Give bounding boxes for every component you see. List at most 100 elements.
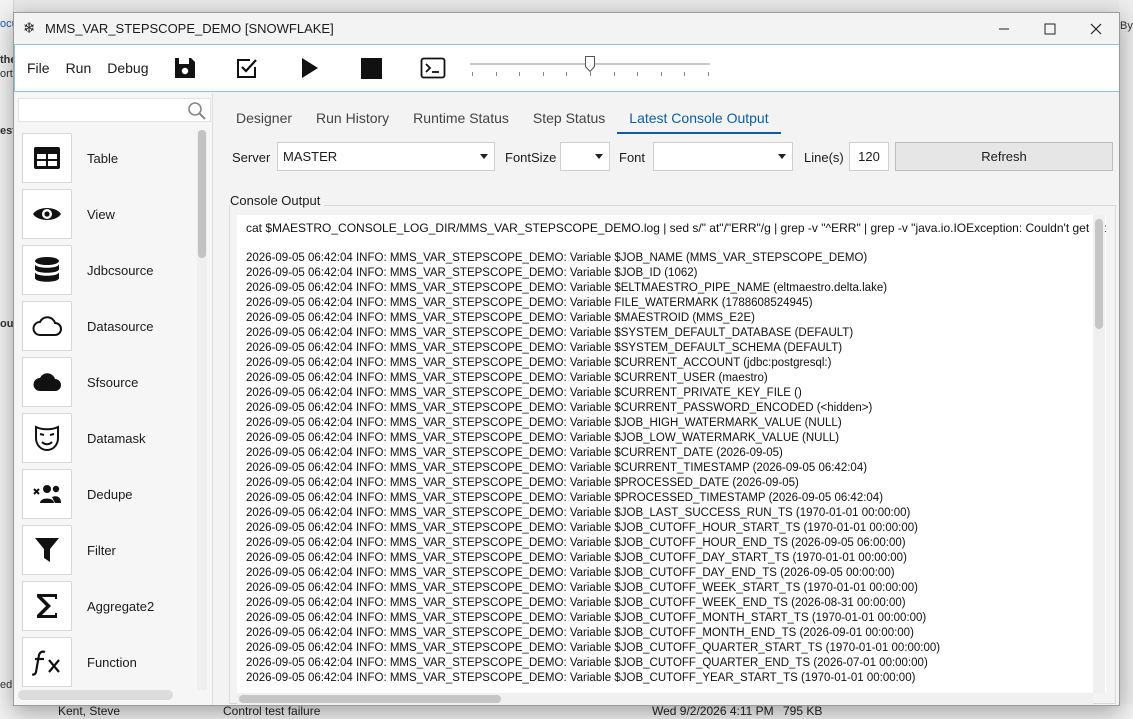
palette-item-table[interactable]: Table xyxy=(22,130,200,186)
stop-button[interactable] xyxy=(357,54,385,82)
slider-tick xyxy=(708,72,709,76)
scrollbar-thumb[interactable] xyxy=(1095,219,1103,329)
console-log-line: 2026-09-05 06:42:04 INFO: MMS_VAR_STEPSC… xyxy=(246,327,854,339)
background-mail-row: Kent, Steve Control test failure Wed 9/2… xyxy=(0,704,1133,719)
toolbar: File Run Debug xyxy=(14,44,1119,92)
background-text: ed xyxy=(0,679,13,691)
close-button[interactable] xyxy=(1073,13,1119,44)
palette-icon-box xyxy=(22,357,72,407)
slider-tick xyxy=(637,72,639,76)
scrollbar-thumb[interactable] xyxy=(239,695,501,703)
console-command: cat $MAESTRO_CONSOLE_LOG_DIR/MMS_VAR_STE… xyxy=(246,221,1106,235)
tab-runtime-status[interactable]: Runtime Status xyxy=(401,102,521,134)
slider-tick xyxy=(472,72,473,76)
console-log-lines: 2026-09-05 06:42:04 INFO: MMS_VAR_STEPSC… xyxy=(246,251,940,686)
background-left-strip: ocu the ortF este our ed xyxy=(0,0,14,719)
palette-item-jdbcsource[interactable]: Jdbcsource xyxy=(22,242,200,298)
console-log-line: 2026-09-05 06:42:04 INFO: MMS_VAR_STEPSC… xyxy=(246,417,842,429)
palette-item-datamask[interactable]: Datamask xyxy=(22,410,200,466)
console-log-line: 2026-09-05 06:42:04 INFO: MMS_VAR_STEPSC… xyxy=(246,387,802,399)
window-title: MMS_VAR_STEPSCOPE_DEMO [SNOWFLAKE] xyxy=(45,21,334,36)
console-log-line: 2026-09-05 06:42:04 INFO: MMS_VAR_STEPSC… xyxy=(246,282,888,294)
console-log-line: 2026-09-05 06:42:04 INFO: MMS_VAR_STEPSC… xyxy=(246,612,927,624)
mail-date: Wed 9/2/2026 4:11 PM xyxy=(652,704,774,718)
tab-designer[interactable]: Designer xyxy=(224,102,304,134)
server-label: Server xyxy=(232,150,271,165)
eye-icon xyxy=(33,208,61,220)
window-controls xyxy=(981,13,1119,44)
slider-tick xyxy=(590,72,591,76)
server-select[interactable]: MASTER xyxy=(277,142,495,171)
palette-icon-box xyxy=(22,581,72,631)
console-vertical-scrollbar[interactable] xyxy=(1093,215,1105,693)
minimize-button[interactable] xyxy=(981,13,1027,44)
slider-tick xyxy=(566,72,568,76)
sigma-icon xyxy=(37,594,57,618)
palette-icon-box xyxy=(22,637,72,687)
palette-icon-box xyxy=(22,469,72,519)
font-select[interactable] xyxy=(653,142,793,171)
save-icon xyxy=(174,58,195,78)
fontsize-select[interactable] xyxy=(560,142,610,171)
maximize-button[interactable] xyxy=(1027,13,1073,44)
menu-run[interactable]: Run xyxy=(60,60,98,76)
palette-item-view[interactable]: View xyxy=(22,186,200,242)
close-icon xyxy=(1090,23,1102,34)
palette-item-label: Aggregate2 xyxy=(87,598,155,614)
search-icon[interactable] xyxy=(187,101,207,121)
palette-icon-box xyxy=(22,413,72,463)
background-text: este xyxy=(0,125,14,137)
main-panel: Designer Run History Runtime Status Step… xyxy=(224,94,1119,705)
console-log-line: 2026-09-05 06:42:04 INFO: MMS_VAR_STEPSC… xyxy=(246,402,873,414)
console-log-line: 2026-09-05 06:42:04 INFO: MMS_VAR_STEPSC… xyxy=(246,297,813,309)
slider-thumb[interactable] xyxy=(585,56,595,72)
console-output-text[interactable]: cat $MAESTRO_CONSOLE_LOG_DIR/MMS_VAR_STE… xyxy=(237,215,1106,693)
palette-horizontal-scrollbar[interactable] xyxy=(18,690,173,700)
play-icon xyxy=(301,58,318,78)
scrollbar-thumb[interactable] xyxy=(198,130,206,258)
palette-item-label: Datasource xyxy=(87,318,154,334)
console-log-line: 2026-09-05 06:42:04 INFO: MMS_VAR_STEPSC… xyxy=(246,537,906,549)
console-log-line: 2026-09-05 06:42:04 INFO: MMS_VAR_STEPSC… xyxy=(246,582,918,594)
mail-sender: Kent, Steve xyxy=(58,704,121,718)
lines-input[interactable]: 120 xyxy=(849,142,889,171)
chevron-down-icon xyxy=(778,154,786,159)
chevron-down-icon xyxy=(480,154,488,159)
palette-item-function[interactable]: Function xyxy=(22,634,200,690)
tab-bar: Designer Run History Runtime Status Step… xyxy=(224,102,781,134)
speed-slider[interactable] xyxy=(470,55,712,81)
palette-item-label: Jdbcsource xyxy=(87,262,154,278)
menu-debug[interactable]: Debug xyxy=(101,60,154,76)
palette-item-datasource[interactable]: Datasource xyxy=(22,298,200,354)
background-text: ocu xyxy=(0,18,14,30)
palette-item-label: Sfsource xyxy=(87,374,139,390)
console-log-line: 2026-09-05 06:42:04 INFO: MMS_VAR_STEPSC… xyxy=(246,267,698,279)
console-log-line: 2026-09-05 06:42:04 INFO: MMS_VAR_STEPSC… xyxy=(246,462,868,474)
palette-item-aggregate2[interactable]: Aggregate2 xyxy=(22,578,200,634)
palette-item-sfsource[interactable]: Sfsource xyxy=(22,354,200,410)
palette-search[interactable] xyxy=(18,98,211,122)
tab-latest-console-output[interactable]: Latest Console Output xyxy=(617,102,781,134)
palette-item-dedupe[interactable]: Dedupe xyxy=(22,466,200,522)
tab-run-history[interactable]: Run History xyxy=(304,102,401,134)
palette-icon-box xyxy=(22,245,72,295)
snowflake-icon: ❄ xyxy=(23,19,36,37)
console-log-line: 2026-09-05 06:42:04 INFO: MMS_VAR_STEPSC… xyxy=(246,432,840,444)
console-horizontal-scrollbar[interactable] xyxy=(237,693,1093,705)
background-text: the xyxy=(0,54,14,66)
console-log-line: 2026-09-05 06:42:04 INFO: MMS_VAR_STEPSC… xyxy=(246,642,941,654)
console-button[interactable] xyxy=(419,54,447,82)
console-log-line: 2026-09-05 06:42:04 INFO: MMS_VAR_STEPSC… xyxy=(246,627,914,639)
validate-button[interactable] xyxy=(233,54,261,82)
title-bar[interactable]: ❄ MMS_VAR_STEPSCOPE_DEMO [SNOWFLAKE] xyxy=(14,13,1119,44)
tab-step-status[interactable]: Step Status xyxy=(521,102,617,134)
save-button[interactable] xyxy=(171,54,199,82)
palette-item-filter[interactable]: Filter xyxy=(22,522,200,578)
menu-file[interactable]: File xyxy=(21,60,56,76)
run-button[interactable] xyxy=(295,54,323,82)
console-log-line: 2026-09-05 06:42:04 INFO: MMS_VAR_STEPSC… xyxy=(246,252,868,264)
palette-vertical-scrollbar[interactable] xyxy=(197,130,207,690)
console-log-line: 2026-09-05 06:42:04 INFO: MMS_VAR_STEPSC… xyxy=(246,447,783,459)
palette-item-label: Dedupe xyxy=(87,486,133,502)
refresh-button[interactable]: Refresh xyxy=(895,142,1113,171)
